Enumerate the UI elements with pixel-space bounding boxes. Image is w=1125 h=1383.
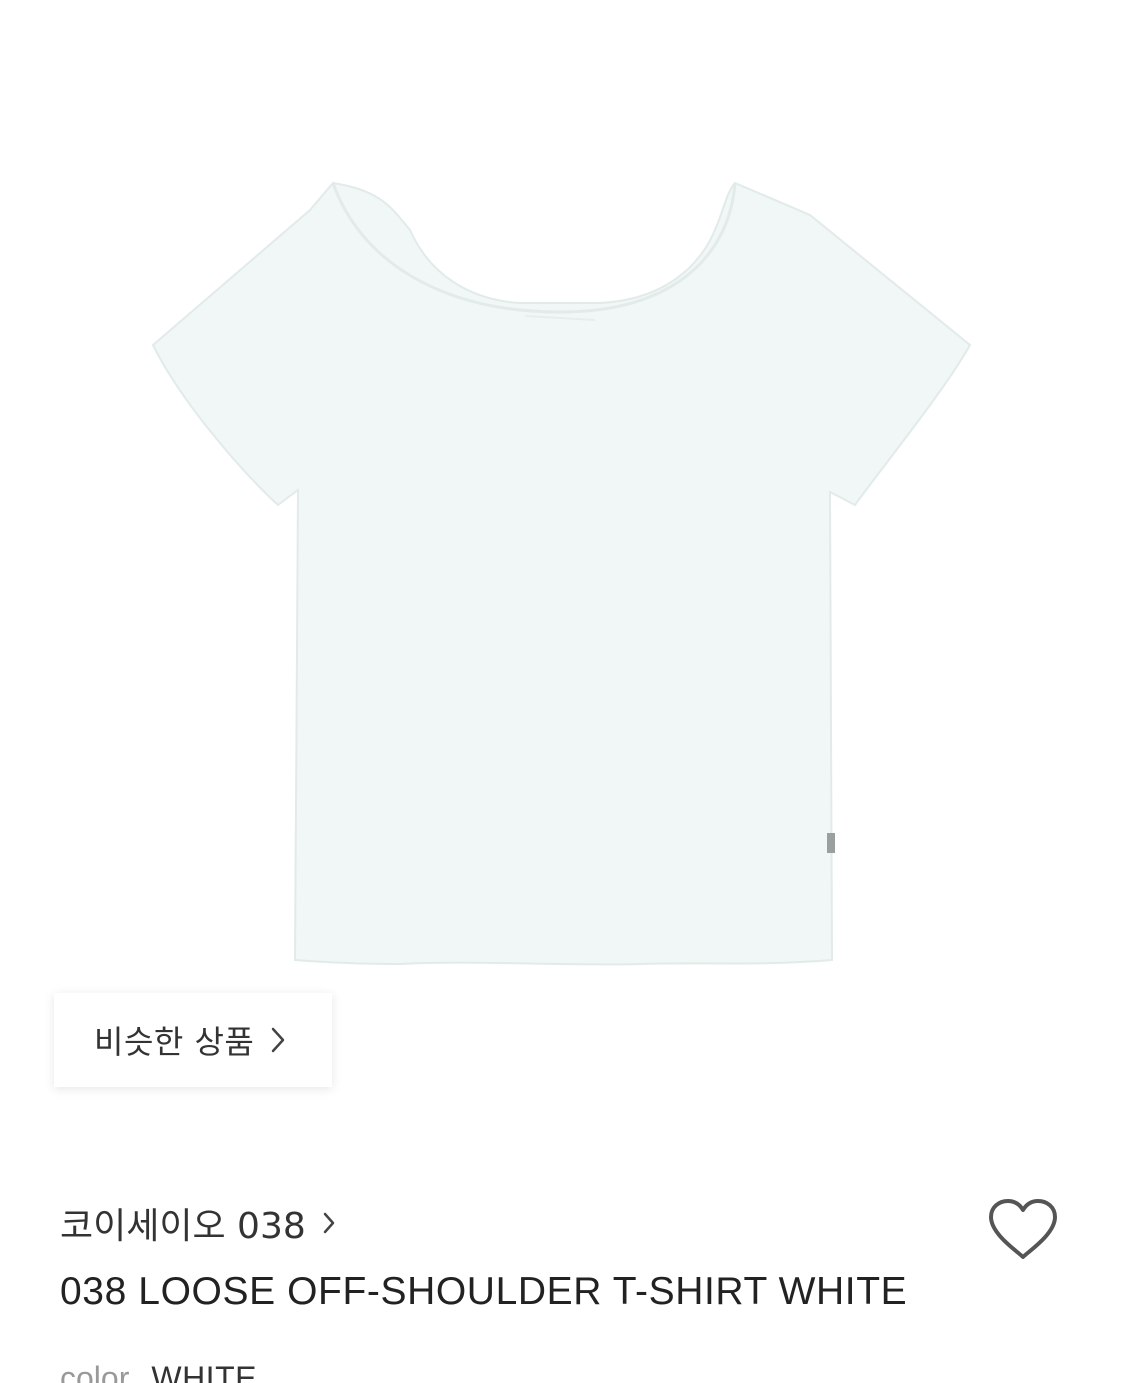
similar-products-button[interactable]: 비슷한 상품 xyxy=(54,993,332,1087)
color-label: color xyxy=(60,1360,130,1383)
color-option-row: color WHITE xyxy=(60,1360,257,1383)
chevron-right-icon xyxy=(270,1026,286,1054)
chevron-right-icon xyxy=(322,1211,336,1235)
like-button[interactable] xyxy=(984,1196,1062,1268)
brand-link[interactable]: 코이세이오 038 xyxy=(60,1195,336,1251)
product-image[interactable] xyxy=(0,0,1125,1000)
tag-label-icon xyxy=(827,833,835,853)
color-value: WHITE xyxy=(151,1360,257,1383)
brand-name: 코이세이오 038 xyxy=(60,1206,306,1247)
tshirt-illustration xyxy=(151,181,972,966)
similar-products-label: 비슷한 상품 xyxy=(94,1023,255,1061)
product-detail-page: 비슷한 상품 코이세이오 038 038 LOOSE OFF-SHOULDER … xyxy=(0,0,1125,1383)
heart-outline-icon xyxy=(987,1198,1059,1266)
product-title: 038 LOOSE OFF-SHOULDER T-SHIRT WHITE xyxy=(60,1270,908,1313)
